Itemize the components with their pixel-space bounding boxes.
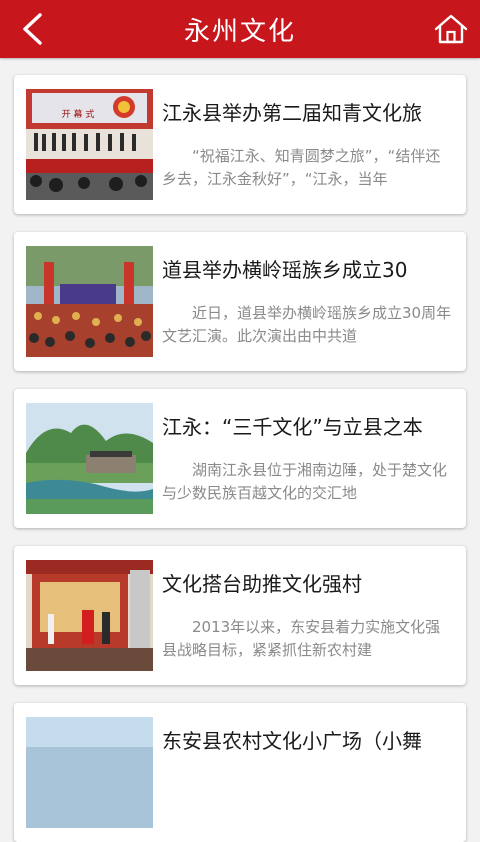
article-card[interactable]: 道县举办横岭瑶族乡成立30 近日，道县举办横岭瑶族乡成立30周年文艺汇演。此次演… <box>14 232 466 371</box>
article-headline: 江永县举办第二届知青文化旅 <box>162 101 422 125</box>
article-summary <box>162 773 452 819</box>
article-headline: 东安县农村文化小广场（小舞 <box>162 729 422 753</box>
article-card[interactable]: 东安县农村文化小广场（小舞 <box>14 703 466 842</box>
article-card[interactable]: 开 幕 式 江永县举办第二届知青文化旅 “祝福江永、知青圆梦之旅”，“结伴还乡去… <box>14 75 466 214</box>
chevron-left-icon <box>23 13 42 45</box>
back-button[interactable] <box>14 10 50 48</box>
article-summary: “祝福江永、知青圆梦之旅”，“结伴还乡去，江永金秋好”，“江永，当年 <box>162 147 441 188</box>
article-summary: 湖南江永县位于湘南边陲，处于楚文化与少数民族百越文化的交汇地 <box>162 461 448 502</box>
home-button[interactable] <box>432 10 470 48</box>
app-header: 永州文化 <box>0 0 480 58</box>
article-summary: 2013年以来，东安县着力实施文化强县战略目标，紧紧抓住新农村建 <box>162 618 441 659</box>
article-headline: 文化搭台助推文化强村 <box>162 572 362 596</box>
article-card[interactable]: 江永：“三千文化”与立县之本 湖南江永县位于湘南边陲，处于楚文化与少数民族百越文… <box>14 389 466 528</box>
thumb-banner-text: 开 幕 式 <box>62 108 95 120</box>
home-icon <box>434 14 468 44</box>
article-headline: 道县举办横岭瑶族乡成立30 <box>162 258 408 282</box>
page-title: 永州文化 <box>183 16 296 47</box>
article-thumbnail <box>26 717 153 828</box>
article-thumbnail <box>26 560 153 671</box>
article-summary: 近日，道县举办横岭瑶族乡成立30周年文艺汇演。此次演出由中共道 <box>162 304 452 345</box>
article-card[interactable]: 文化搭台助推文化强村 2013年以来，东安县着力实施文化强县战略目标，紧紧抓住新… <box>14 546 466 685</box>
article-thumbnail: 开 幕 式 <box>26 89 153 200</box>
article-headline: 江永：“三千文化”与立县之本 <box>162 415 423 439</box>
article-thumbnail <box>26 403 153 514</box>
article-thumbnail <box>26 246 153 357</box>
